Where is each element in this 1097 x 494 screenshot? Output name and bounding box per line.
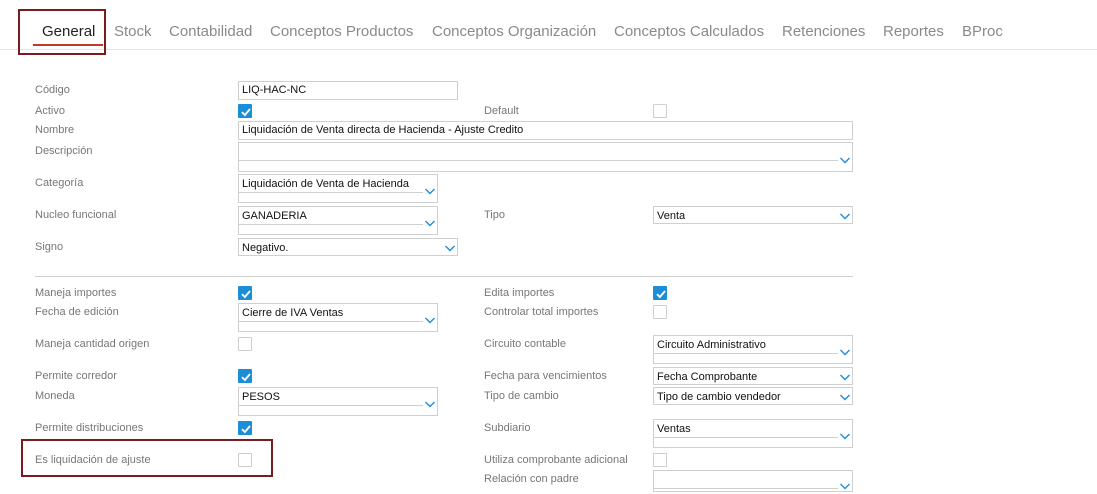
nucleo-funcional-value: GANADERIA [242,210,307,222]
fecha-vencimientos-value: Fecha Comprobante [657,371,758,383]
subdiario-label: Subdiario [484,422,531,434]
maneja-importes-label: Maneja importes [35,287,117,299]
fecha-edicion-select[interactable]: Cierre de IVA Ventas [238,303,438,332]
tab-stock[interactable]: Stock [114,23,152,40]
chevron-down-icon[interactable] [423,398,437,410]
default-checkbox[interactable] [653,104,667,118]
moneda-select[interactable]: PESOS [238,387,438,416]
maneja-cantidad-checkbox[interactable] [238,337,252,351]
edita-importes-label: Edita importes [484,287,555,299]
categoria-label: Categoría [35,177,84,189]
circuito-contable-select[interactable]: Circuito Administrativo [653,335,853,364]
activo-checkbox[interactable] [238,104,252,118]
permite-distribuciones-checkbox[interactable] [238,421,252,435]
codigo-input[interactable]: LIQ-HAC-NC [238,81,458,100]
fecha-edicion-value: Cierre de IVA Ventas [242,307,344,319]
tab-retenciones[interactable]: Retenciones [782,23,865,40]
tab-conceptos-calculados[interactable]: Conceptos Calculados [614,23,764,40]
nucleo-funcional-label: Nucleo funcional [35,209,117,221]
maneja-cantidad-label: Maneja cantidad origen [35,338,150,350]
tab-conceptos-organizacion[interactable]: Conceptos Organización [432,23,596,40]
moneda-value: PESOS [242,391,280,403]
chevron-down-icon[interactable] [838,430,852,442]
check-icon [241,108,251,117]
maneja-importes-checkbox[interactable] [238,286,252,300]
categoria-value: Liquidación de Venta de Hacienda [242,178,409,190]
circuito-contable-label: Circuito contable [484,338,566,350]
check-icon [241,425,251,434]
circuito-contable-value: Circuito Administrativo [657,339,766,351]
chevron-down-icon[interactable] [443,242,457,254]
utiliza-comprobante-label: Utiliza comprobante adicional [484,454,628,466]
tab-bar: General Stock Contabilidad Conceptos Pro… [0,0,1097,50]
subdiario-value: Ventas [657,423,691,435]
chevron-down-icon[interactable] [838,154,852,166]
tab-bproc[interactable]: BProc [962,23,1003,40]
fecha-vencimientos-select[interactable]: Fecha Comprobante [653,367,853,385]
tipo-label: Tipo [484,209,505,221]
chevron-down-icon[interactable] [423,217,437,229]
chevron-down-icon[interactable] [838,391,852,403]
signo-label: Signo [35,241,64,253]
codigo-label: Código [35,84,70,96]
chevron-down-icon[interactable] [423,314,437,326]
tipo-cambio-value: Tipo de cambio vendedor [657,391,781,403]
check-icon [241,373,251,382]
permite-corredor-checkbox[interactable] [238,369,252,383]
nombre-input[interactable]: Liquidación de Venta directa de Hacienda… [238,121,853,140]
es-liquidacion-ajuste-checkbox[interactable] [238,453,252,467]
active-tab-indicator [33,44,103,46]
tipo-value: Venta [657,210,686,222]
permite-distribuciones-label: Permite distribuciones [35,422,144,434]
check-icon [241,290,251,299]
relacion-padre-label: Relación con padre [484,473,579,485]
fecha-vencimientos-label: Fecha para vencimientos [484,370,607,382]
chevron-down-icon[interactable] [838,480,852,492]
nombre-label: Nombre [35,124,75,136]
chevron-down-icon[interactable] [838,371,852,383]
es-liquidacion-ajuste-label: Es liquidación de ajuste [35,454,151,466]
signo-value: Negativo. [242,242,289,254]
controlar-total-label: Controlar total importes [484,306,599,318]
permite-corredor-label: Permite corredor [35,370,117,382]
chevron-down-icon[interactable] [838,210,852,222]
default-label: Default [484,105,519,117]
chevron-down-icon[interactable] [423,185,437,197]
tab-general[interactable]: General [42,23,95,40]
controlar-total-checkbox[interactable] [653,305,667,319]
tab-reportes[interactable]: Reportes [883,23,944,40]
edita-importes-checkbox[interactable] [653,286,667,300]
tipo-cambio-label: Tipo de cambio [484,390,559,402]
relacion-padre-select[interactable] [653,470,853,492]
section-divider [35,276,853,277]
signo-select[interactable]: Negativo. [238,238,458,256]
tipo-select[interactable]: Venta [653,206,853,224]
chevron-down-icon[interactable] [838,346,852,358]
moneda-label: Moneda [35,390,75,402]
fecha-edicion-label: Fecha de edición [35,306,119,318]
activo-label: Activo [35,105,65,117]
utiliza-comprobante-checkbox[interactable] [653,453,667,467]
tipo-cambio-select[interactable]: Tipo de cambio vendedor [653,387,853,405]
tab-contabilidad[interactable]: Contabilidad [169,23,252,40]
categoria-select[interactable]: Liquidación de Venta de Hacienda [238,174,438,203]
subdiario-select[interactable]: Ventas [653,419,853,448]
descripcion-textarea[interactable] [238,142,853,172]
check-icon [656,290,666,299]
tab-conceptos-productos[interactable]: Conceptos Productos [270,23,413,40]
descripcion-label: Descripción [35,145,93,157]
nucleo-funcional-select[interactable]: GANADERIA [238,206,438,235]
